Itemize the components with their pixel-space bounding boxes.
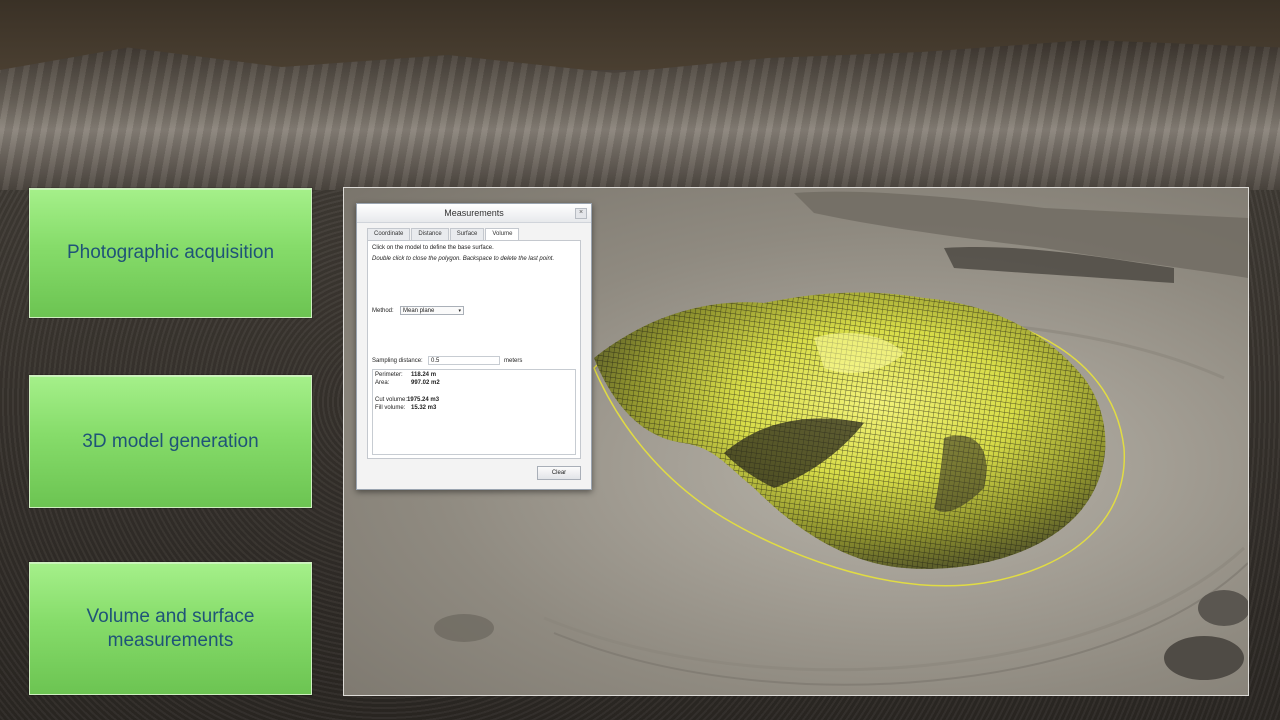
instruction-text: Click on the model to define the base su…: [372, 245, 494, 251]
step-3d-model-generation: 3D model generation: [29, 375, 312, 508]
method-select[interactable]: Mean plane ▾: [400, 306, 464, 315]
instruction-hint: Double click to close the polygon. Backs…: [372, 256, 555, 262]
area-row: Area: 997.02 m2: [375, 380, 440, 386]
clear-button[interactable]: Clear: [537, 466, 581, 480]
step-photographic-acquisition: Photographic acquisition: [29, 188, 312, 318]
perimeter-row: Perimeter: 118.24 m: [375, 372, 436, 378]
cut-volume-row: Cut volume:1975.24 m3: [375, 397, 439, 403]
tab-distance[interactable]: Distance: [411, 228, 449, 240]
sampling-distance-input[interactable]: 0.5: [428, 356, 500, 365]
fill-volume-value: 15.32 m3: [411, 405, 437, 411]
cut-volume-label: Cut volume:: [375, 397, 408, 403]
dialog-title: Measurements: [444, 208, 504, 218]
close-icon[interactable]: ×: [575, 208, 587, 219]
measurements-dialog: Measurements × Coordinate Distance Surfa…: [356, 203, 592, 490]
perimeter-label: Perimeter:: [375, 372, 403, 378]
step-label: Volume and surface measurements: [86, 605, 255, 651]
perimeter-value: 118.24 m: [411, 372, 437, 378]
results-box: Perimeter: 118.24 m Area: 997.02 m2 Cut vo…: [372, 369, 576, 455]
tab-bar: Coordinate Distance Surface Volume: [367, 228, 520, 241]
chevron-down-icon: ▾: [458, 308, 461, 314]
step-label: 3D model generation: [82, 430, 259, 452]
dialog-titlebar: Measurements ×: [357, 204, 591, 223]
area-value: 997.02 m2: [411, 380, 440, 386]
area-label: Area:: [375, 380, 390, 386]
fill-volume-label: Fill volume:: [375, 405, 406, 411]
sampling-unit: meters: [504, 358, 523, 364]
cut-volume-value: 1975.24 m3: [407, 397, 440, 403]
volume-panel: Click on the model to define the base su…: [367, 240, 581, 459]
tab-coordinate[interactable]: Coordinate: [367, 228, 411, 240]
step-volume-surface-measurements: Volume and surface measurements: [29, 562, 312, 695]
method-value: Mean plane: [403, 308, 435, 314]
sampling-distance-label: Sampling distance:: [372, 358, 423, 364]
step-label: Photographic acquisition: [66, 242, 275, 263]
fill-volume-row: Fill volume: 15.32 m3: [375, 405, 436, 411]
method-label: Method:: [372, 308, 394, 314]
tab-surface[interactable]: Surface: [449, 228, 485, 240]
